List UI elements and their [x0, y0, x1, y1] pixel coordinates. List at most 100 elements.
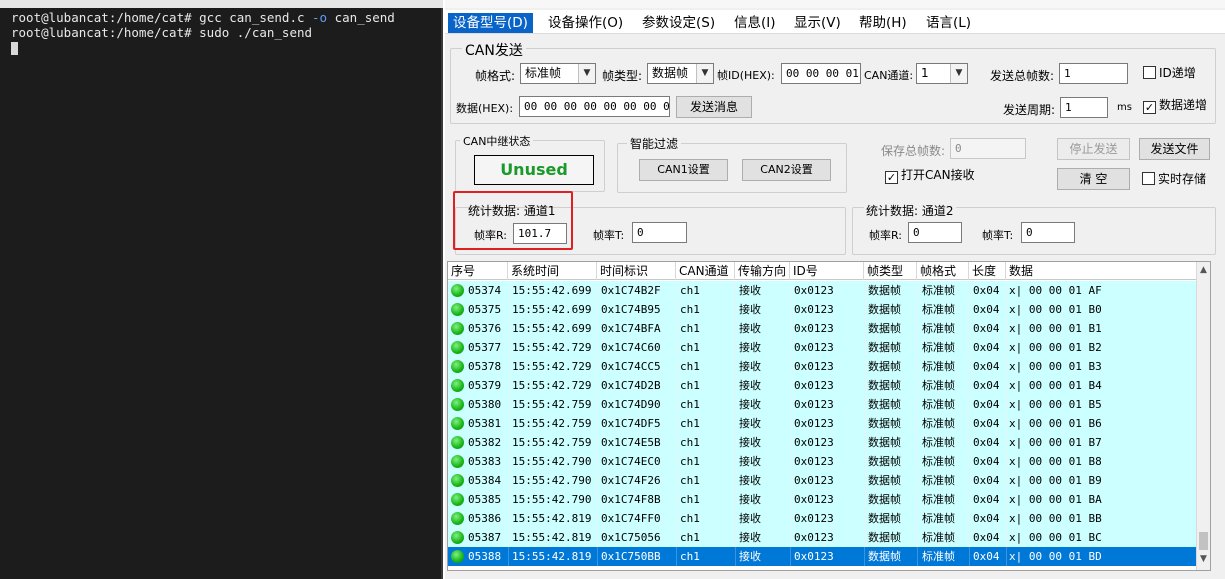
clear-button[interactable]: 清 空: [1057, 168, 1130, 190]
cell-data: x| 00 00 01 B6: [1009, 417, 1102, 430]
column-divider: [790, 319, 791, 338]
frame-type-label: 帧类型:: [602, 69, 643, 83]
table-row[interactable]: 05375 15:55:42.699 0x1C74B95 ch1 接收 0x0123 数据帧…: [448, 300, 1210, 319]
send-message-button[interactable]: 发送消息: [676, 96, 752, 118]
column-header-frame-format[interactable]: 帧格式: [917, 262, 969, 280]
frame-id-input[interactable]: 00 00 00 01: [781, 63, 861, 84]
cell-id: 0x0123: [794, 398, 834, 411]
menu-device-model[interactable]: 设备型号(D): [448, 13, 533, 33]
cell-system-time: 15:55:42.790: [512, 493, 592, 506]
can2-settings-button[interactable]: CAN2设置: [742, 159, 831, 181]
can1-settings-button[interactable]: CAN1设置: [639, 159, 728, 181]
cell-timestamp: 0x1C74E5B: [601, 436, 661, 449]
total-frames-label: 发送总帧数:: [990, 69, 1055, 83]
cell-index: 05381: [468, 417, 502, 430]
table-row[interactable]: 05382 15:55:42.759 0x1C74E5B ch1 接收 0x0123 数据帧…: [448, 433, 1210, 452]
column-divider: [917, 395, 918, 414]
can-channel-select[interactable]: 1 ▼: [916, 63, 968, 84]
column-divider: [864, 433, 865, 452]
column-header-length[interactable]: 长度: [969, 262, 1006, 280]
column-divider: [790, 376, 791, 395]
column-header-timestamp[interactable]: 时间标识: [597, 262, 676, 280]
table-row[interactable]: 05376 15:55:42.699 0x1C74BFA ch1 接收 0x0123 数据帧…: [448, 319, 1210, 338]
vertical-scrollbar[interactable]: ▲ ▼: [1196, 262, 1210, 570]
table-row[interactable]: 05377 15:55:42.729 0x1C74C60 ch1 接收 0x0123 数据帧…: [448, 338, 1210, 357]
table-row[interactable]: 05374 15:55:42.699 0x1C74B2F ch1 接收 0x0123 数据帧…: [448, 281, 1210, 300]
table-row[interactable]: 05379 15:55:42.729 0x1C74D2B ch1 接收 0x0123 数据帧…: [448, 376, 1210, 395]
column-divider: [864, 414, 865, 433]
cell-data: x| 00 00 01 B0: [1009, 303, 1102, 316]
channel2-rate-t-label: 帧率T:: [982, 229, 1014, 242]
terminal-window[interactable]: root@lubancat:/home/cat# gcc can_send.c …: [0, 0, 443, 579]
table-row[interactable]: 05378 15:55:42.729 0x1C74CC5 ch1 接收 0x0123 数据帧…: [448, 357, 1210, 376]
column-divider: [735, 414, 736, 433]
column-header-index[interactable]: 序号: [448, 262, 508, 280]
cell-data: x| 00 00 01 B9: [1009, 474, 1102, 487]
cell-direction: 接收: [739, 303, 761, 316]
menu-display[interactable]: 显示(V): [789, 13, 846, 33]
frame-format-select[interactable]: 标准帧 ▼: [520, 63, 596, 84]
realtime-save-checkbox[interactable]: 实时存储: [1142, 172, 1206, 186]
cell-frame-format: 标准帧: [922, 550, 955, 563]
cell-direction: 接收: [739, 531, 761, 544]
column-header-id[interactable]: ID号: [790, 262, 864, 280]
send-period-input[interactable]: 1: [1060, 97, 1108, 118]
cell-can-channel: ch1: [680, 379, 700, 392]
column-divider: [508, 281, 509, 300]
column-header-data[interactable]: 数据: [1006, 262, 1198, 280]
cell-timestamp: 0x1C74F8B: [601, 493, 661, 506]
column-divider: [790, 528, 791, 547]
cell-frame-type: 数据帧: [868, 417, 901, 430]
column-divider: [1006, 528, 1007, 547]
cell-data: x| 00 00 01 AF: [1009, 284, 1102, 297]
column-header-direction[interactable]: 传输方向: [735, 262, 790, 280]
saved-frames-input[interactable]: 0: [950, 138, 1026, 159]
menu-language[interactable]: 语言(L): [921, 13, 976, 33]
data-increment-checkbox[interactable]: ✓ 数据递增: [1143, 98, 1207, 114]
cell-frame-type: 数据帧: [868, 360, 901, 373]
table-row[interactable]: 05383 15:55:42.790 0x1C74EC0 ch1 接收 0x0123 数据帧…: [448, 452, 1210, 471]
column-divider: [735, 376, 736, 395]
horizontal-scrollbar[interactable]: [447, 571, 1211, 579]
stop-send-button[interactable]: 停止发送: [1057, 138, 1130, 160]
cell-frame-format: 标准帧: [922, 341, 955, 354]
table-header: 序号 系统时间 时间标识 CAN通道 传输方向 ID号 帧类型 帧格式 长度 数…: [448, 262, 1210, 280]
scroll-up-icon[interactable]: ▲: [1200, 265, 1207, 275]
cell-length: 0x04: [973, 379, 1000, 392]
cell-system-time: 15:55:42.790: [512, 474, 592, 487]
frame-type-select[interactable]: 数据帧 ▼: [647, 63, 714, 84]
send-file-button[interactable]: 发送文件: [1139, 138, 1210, 160]
table-row[interactable]: 05387 15:55:42.819 0x1C75056 ch1 接收 0x0123 数据帧…: [448, 528, 1210, 547]
table-row[interactable]: 05381 15:55:42.759 0x1C74DF5 ch1 接收 0x0123 数据帧…: [448, 414, 1210, 433]
table-row[interactable]: 05380 15:55:42.759 0x1C74D90 ch1 接收 0x0123 数据帧…: [448, 395, 1210, 414]
can-message-table[interactable]: 序号 系统时间 时间标识 CAN通道 传输方向 ID号 帧类型 帧格式 长度 数…: [447, 261, 1211, 571]
scroll-thumb[interactable]: [1199, 532, 1208, 550]
column-header-frame-type[interactable]: 帧类型: [864, 262, 917, 280]
table-row[interactable]: 05388 15:55:42.819 0x1C750BB ch1 接收 0x0123 数据帧…: [448, 547, 1210, 566]
column-divider: [597, 547, 598, 566]
cell-length: 0x04: [973, 284, 1000, 297]
column-divider: [969, 433, 970, 452]
data-hex-input[interactable]: 00 00 00 00 00 00 00 01: [519, 96, 670, 117]
status-led-icon: [451, 455, 464, 468]
total-frames-input[interactable]: 1: [1059, 63, 1128, 84]
menu-help[interactable]: 帮助(H): [854, 13, 912, 33]
table-row[interactable]: 05385 15:55:42.790 0x1C74F8B ch1 接收 0x0123 数据帧…: [448, 490, 1210, 509]
column-divider: [676, 452, 677, 471]
menu-device-operation[interactable]: 设备操作(O): [543, 13, 628, 33]
column-divider: [1006, 357, 1007, 376]
cell-timestamp: 0x1C74D2B: [601, 379, 661, 392]
cell-length: 0x04: [973, 550, 1000, 563]
menu-info[interactable]: 信息(I): [729, 13, 781, 33]
column-divider: [508, 357, 509, 376]
scroll-down-icon[interactable]: ▼: [1200, 554, 1207, 564]
table-row[interactable]: 05384 15:55:42.790 0x1C74F26 ch1 接收 0x0123 数据帧…: [448, 471, 1210, 490]
menu-parameter-settings[interactable]: 参数设定(S): [637, 13, 720, 33]
table-row[interactable]: 05386 15:55:42.819 0x1C74FF0 ch1 接收 0x0123 数据帧…: [448, 509, 1210, 528]
column-header-system-time[interactable]: 系统时间: [508, 262, 597, 280]
cell-length: 0x04: [973, 398, 1000, 411]
column-divider: [917, 509, 918, 528]
open-can-receive-checkbox[interactable]: ✓ 打开CAN接收: [885, 168, 975, 184]
id-increment-checkbox[interactable]: ID递增: [1143, 66, 1196, 80]
column-header-can-channel[interactable]: CAN通道: [676, 262, 735, 280]
